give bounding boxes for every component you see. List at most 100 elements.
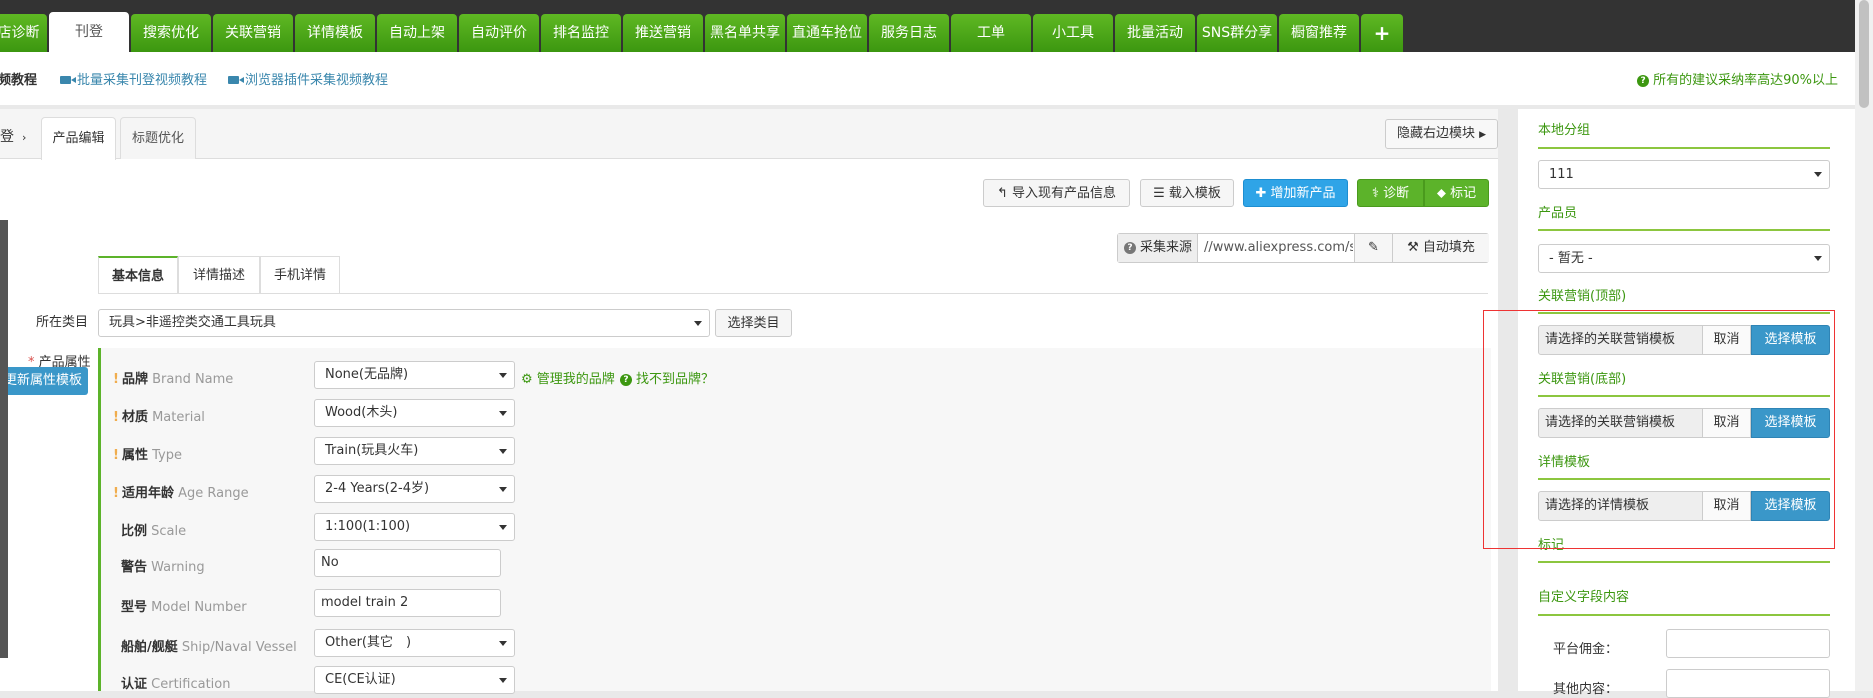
page-scrollbar[interactable] xyxy=(1855,0,1873,691)
tutorial-link-label: 浏览器插件采集视频教程 xyxy=(245,73,389,88)
commission-input[interactable] xyxy=(1666,629,1830,658)
custom-fields-label: 自定义字段内容 xyxy=(1538,590,1630,605)
attribute-row: 警告 Warning No xyxy=(101,549,1491,581)
hide-right-button[interactable]: 隐藏右边模块 ▶ xyxy=(1385,119,1498,149)
nav-tab-tools[interactable]: 小工具 xyxy=(1033,14,1113,52)
tutorial-link-plugin[interactable]: 浏览器插件采集视频教程 xyxy=(228,69,388,88)
chevron-down-icon xyxy=(1814,256,1822,261)
mark-button[interactable]: ⬥ 标记 xyxy=(1424,179,1489,207)
attribute-row: 型号 Model Number model train 2 xyxy=(101,589,1491,621)
chevron-down-icon xyxy=(499,525,507,530)
tab-basic-info[interactable]: 基本信息 xyxy=(98,256,178,293)
load-template-button[interactable]: ☰ 载入模板 xyxy=(1140,179,1234,207)
attribute-select[interactable]: Train(玩具火车) xyxy=(314,437,515,465)
import-label: 导入现有产品信息 xyxy=(1012,186,1117,201)
tab-title-optimize[interactable]: 标题优化 xyxy=(120,117,196,159)
video-camera-icon xyxy=(228,75,244,84)
load-template-label: 载入模板 xyxy=(1168,186,1221,201)
nav-tab-label: 小工具 xyxy=(1052,25,1094,41)
chevron-down-icon xyxy=(499,373,507,378)
nav-tab-related-marketing[interactable]: 关联营销 xyxy=(213,14,293,52)
attribute-value: CE(CE认证) xyxy=(325,672,396,687)
nav-tab-sns-share[interactable]: SNS群分享 xyxy=(1197,14,1277,52)
nav-tab-publish[interactable]: 刊登 xyxy=(49,12,129,52)
nav-tab-rank-monitor[interactable]: 排名监控 xyxy=(541,14,621,52)
nav-tab-ticket[interactable]: 工单 xyxy=(951,14,1031,52)
other-content-input[interactable] xyxy=(1666,669,1830,698)
nav-tab-label: 刊登 xyxy=(75,24,103,40)
autofill-label: 自动填充 xyxy=(1422,240,1475,255)
attribute-select[interactable]: 1:100(1:100) xyxy=(314,513,515,541)
update-attr-template-button[interactable]: 更新属性模板 xyxy=(0,367,88,395)
reply-icon: ↰ xyxy=(996,186,1008,201)
attribute-value: 2-4 Years(2-4岁) xyxy=(325,481,430,496)
local-group-label: 本地分组 xyxy=(1538,123,1591,138)
chevron-down-icon xyxy=(499,449,507,454)
tab-product-edit[interactable]: 产品编辑 xyxy=(41,117,116,160)
nav-tab-auto-list[interactable]: 自动上架 xyxy=(377,14,457,52)
import-product-button[interactable]: ↰ 导入现有产品信息 xyxy=(983,179,1130,207)
attribute-select[interactable]: None(无品牌) xyxy=(314,361,515,389)
local-group-select[interactable]: 111 xyxy=(1538,160,1830,189)
attribute-value: Other(其它 ) xyxy=(325,635,412,650)
caret-right-icon: ▶ xyxy=(1479,130,1487,140)
member-select[interactable]: - 暂无 - xyxy=(1538,244,1830,273)
scrollbar-thumb[interactable] xyxy=(1859,0,1869,108)
divider xyxy=(1538,147,1830,149)
chevron-down-icon xyxy=(499,678,507,683)
attribute-name: 警告 Warning xyxy=(121,560,205,575)
select-category-label: 选择类目 xyxy=(727,316,780,331)
attribute-row: ! 材质 Material Wood(木头) xyxy=(101,399,1491,431)
nav-tab-service-log[interactable]: 服务日志 xyxy=(869,14,949,52)
divider xyxy=(1538,561,1830,563)
attribute-select[interactable]: 2-4 Years(2-4岁) xyxy=(314,475,515,503)
attribute-select[interactable]: Other(其它 ) xyxy=(314,629,515,657)
tab-detail-description[interactable]: 详情描述 xyxy=(178,256,260,293)
attribute-select[interactable]: Wood(木头) xyxy=(314,399,515,427)
manage-brand-link[interactable]: ⚙ 管理我的品牌 xyxy=(521,368,615,387)
nav-tab-label: 推送营销 xyxy=(635,25,691,41)
attribute-row: ! 属性 Type Train(玩具火车) xyxy=(101,437,1491,469)
commission-label: 平台佣金： xyxy=(1553,642,1619,657)
nav-tab-showcase[interactable]: 橱窗推荐 xyxy=(1279,14,1359,52)
attribute-select[interactable]: CE(CE认证) xyxy=(314,666,515,694)
attribute-value: 1:100(1:100) xyxy=(325,519,411,534)
nav-tab-batch-activity[interactable]: 批量活动 xyxy=(1115,14,1195,52)
nav-tab-detail-template[interactable]: 详情模板 xyxy=(295,14,375,52)
nav-tab-auto-review[interactable]: 自动评价 xyxy=(459,14,539,52)
tab-mobile-detail[interactable]: 手机详情 xyxy=(260,256,340,293)
left-edge-strip xyxy=(0,220,8,658)
nav-tab-through-train[interactable]: 直通车抢位 xyxy=(787,14,867,52)
adoption-tip-text: 所有的建议采纳率高达90%以上 xyxy=(1653,73,1838,88)
attribute-input[interactable]: model train 2 xyxy=(314,589,501,617)
breadcrumb[interactable]: 登 › xyxy=(0,126,26,146)
nav-tab-diagnose[interactable]: 店诊断 xyxy=(0,14,47,52)
other-content-label: 其他内容： xyxy=(1553,682,1619,697)
nav-tab-blacklist[interactable]: 黑名单共享 xyxy=(705,14,785,52)
related-top-label: 关联营销(顶部) xyxy=(1538,289,1627,304)
chevron-down-icon xyxy=(499,411,507,416)
nav-tab-add[interactable]: + xyxy=(1361,14,1403,52)
nav-tab-label: 店诊断 xyxy=(0,25,40,41)
tutorial-link-batch[interactable]: 批量采集刊登视频教程 xyxy=(60,69,207,88)
question-circle-icon: ? xyxy=(1637,74,1650,87)
page-tab-bar: 登 › 产品编辑 标题优化 隐藏右边模块 ▶ xyxy=(0,109,1498,160)
no-brand-link[interactable]: ? 找不到品牌？ xyxy=(620,368,714,387)
add-product-button[interactable]: ✚ 增加新产品 xyxy=(1243,179,1348,207)
nav-tab-label: 详情模板 xyxy=(307,25,363,41)
plus-icon: ✚ xyxy=(1255,186,1267,201)
nav-tab-search-opt[interactable]: 搜索优化 xyxy=(131,14,211,52)
attribute-value: None(无品牌) xyxy=(325,367,409,382)
divider xyxy=(1538,614,1830,616)
category-select[interactable]: 玩具>非遥控类交通工具玩具 xyxy=(98,309,710,337)
tab-label: 标题优化 xyxy=(131,131,184,146)
select-category-button[interactable]: 选择类目 xyxy=(715,309,792,337)
required-mark: ! xyxy=(113,448,119,463)
mark-label: 标记 xyxy=(1450,186,1477,201)
nav-tab-label: 批量活动 xyxy=(1127,25,1183,41)
nav-tab-push-marketing[interactable]: 推送营销 xyxy=(623,14,703,52)
attribute-input[interactable]: No xyxy=(314,549,501,577)
divider xyxy=(1538,229,1830,231)
diagnose-button[interactable]: ⚕ 诊断 xyxy=(1357,179,1424,207)
attribute-name: ! 适用年龄 Age Range xyxy=(113,486,249,501)
